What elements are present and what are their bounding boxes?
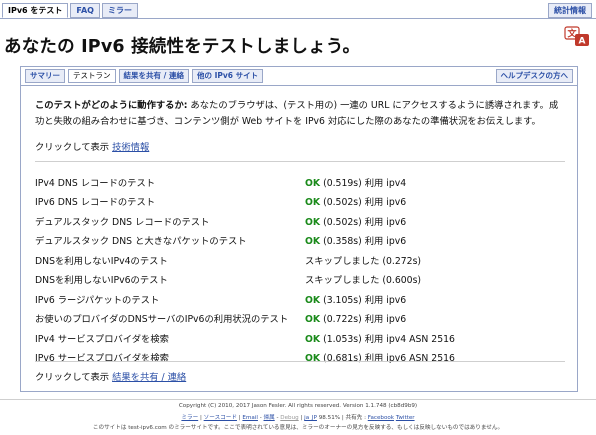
test-name: IPv4 サービスプロバイダを検索 xyxy=(35,333,169,345)
test-name: IPv6 サービスプロバイダを検索 xyxy=(35,353,169,365)
ok-badge: OK xyxy=(305,333,321,345)
test-name: IPv6 ラージパケットのテスト xyxy=(35,294,160,306)
result-detail: (3.105s) 利用 ipv6 xyxy=(320,294,407,306)
table-row: IPv6 DNS レコードのテスト OK (0.502s) 利用 ipv6 xyxy=(35,192,565,212)
top-divider xyxy=(0,18,596,19)
result-detail: (1.053s) 利用 ipv4 ASN 2516 xyxy=(320,333,455,345)
page-title: あなたの IPv6 接続性をテストしましょう。 xyxy=(4,37,361,57)
intro-text: このテストがどのように動作するか: あなたのブラウザは、(テスト用の) 一連の … xyxy=(35,98,565,130)
table-row: IPv6 サービスプロバイダを検索 OK (0.681s) 利用 ipv6 ASN… xyxy=(35,348,565,368)
tab-share[interactable]: 結果を共有 / 連絡 xyxy=(118,69,189,83)
test-result: OK (0.722s) 利用 ipv6 xyxy=(305,311,565,325)
test-result: OK (0.502s) 利用 ipv6 xyxy=(305,194,565,208)
footer-links: ミラー | ソースコード | Email - 帰属 - Debug | ja_J… xyxy=(181,415,415,421)
footer-lang-link[interactable]: ja_JP xyxy=(304,415,317,421)
test-result: スキップしました (0.600s) xyxy=(305,272,565,286)
test-result: OK (0.358s) 利用 ipv6 xyxy=(305,233,565,247)
tech-info-link[interactable]: 技術情報 xyxy=(112,142,149,153)
tab-summary[interactable]: サマリー xyxy=(25,69,65,83)
divider xyxy=(35,361,565,362)
top-nav: IPv6 をテスト FAQ ミラー xyxy=(2,3,138,19)
ok-badge: OK xyxy=(305,236,321,248)
results-table: IPv4 DNS レコードのテスト OK (0.519s) 利用 ipv4 IPv6… xyxy=(35,172,565,367)
footer-twitter-link[interactable]: Twitter xyxy=(396,415,415,421)
tab-faq[interactable]: FAQ xyxy=(70,3,100,18)
result-detail: (0.519s) 利用 ipv4 xyxy=(320,177,407,189)
test-result: OK (0.519s) 利用 ipv4 xyxy=(305,175,565,189)
test-result: OK (1.053s) 利用 ipv4 ASN 2516 xyxy=(305,331,565,345)
table-row: デュアルスタック DNS と大きなパケットのテスト OK (0.358s) 利用 … xyxy=(35,231,565,251)
result-detail: (0.681s) 利用 ipv6 ASN 2516 xyxy=(320,353,455,365)
main-panel: サマリー テストラン 結果を共有 / 連絡 他の IPv6 サイト ヘルプデスク… xyxy=(20,66,578,392)
footer-divider xyxy=(0,399,596,400)
footer-email-link[interactable]: Email xyxy=(242,415,258,421)
show-share-prefix: クリックして表示 xyxy=(35,372,113,383)
tab-tests[interactable]: テストラン xyxy=(68,69,116,83)
result-detail: (0.502s) 利用 ipv6 xyxy=(320,216,407,228)
table-row: DNSを利用しないIPv4のテスト スキップしました (0.272s) xyxy=(35,250,565,270)
test-name: デュアルスタック DNS レコードのテスト xyxy=(35,216,210,228)
show-tech-prefix: クリックして表示 xyxy=(35,142,113,153)
result-detail: スキップしました (0.272s) xyxy=(305,255,422,267)
test-result: スキップしました (0.272s) xyxy=(305,253,565,267)
show-share: クリックして表示 結果を共有 / 連絡 xyxy=(35,369,186,383)
table-row: デュアルスタック DNS レコードのテスト OK (0.502s) 利用 ipv6 xyxy=(35,211,565,231)
footer-attrib-link[interactable]: 帰属 xyxy=(264,415,275,421)
table-row: IPv4 DNS レコードのテスト OK (0.519s) 利用 ipv4 xyxy=(35,172,565,192)
result-detail: (0.722s) 利用 ipv6 xyxy=(320,314,407,326)
tab-helpdesk[interactable]: ヘルプデスクの方へ xyxy=(495,69,573,83)
footer-source-link[interactable]: ソースコード xyxy=(204,415,237,421)
ok-badge: OK xyxy=(305,177,321,189)
svg-text:A: A xyxy=(579,37,586,47)
ok-badge: OK xyxy=(305,353,321,365)
share-link[interactable]: 結果を共有 / 連絡 xyxy=(112,372,186,383)
panel-tabs: サマリー テストラン 結果を共有 / 連絡 他の IPv6 サイト ヘルプデスク… xyxy=(21,67,577,86)
ok-badge: OK xyxy=(305,294,321,306)
footer-copyright: Copyright (C) 2010, 2017 Jason Fesler. A… xyxy=(178,403,418,409)
test-name: DNSを利用しないIPv4のテスト xyxy=(35,255,168,267)
table-row: IPv6 ラージパケットのテスト OK (3.105s) 利用 ipv6 xyxy=(35,289,565,309)
table-row: IPv4 サービスプロバイダを検索 OK (1.053s) 利用 ipv4 ASN… xyxy=(35,328,565,348)
tab-test-ipv6[interactable]: IPv6 をテスト xyxy=(2,3,69,18)
test-name: IPv4 DNS レコードのテスト xyxy=(35,177,156,189)
test-name: IPv6 DNS レコードのテスト xyxy=(35,197,156,209)
test-name: お使いのプロバイダのDNSサーバのIPv6の利用状況のテスト xyxy=(35,314,289,326)
tab-stats[interactable]: 統計情報 xyxy=(548,3,592,18)
result-detail: (0.502s) 利用 ipv6 xyxy=(320,197,407,209)
test-result: OK (0.681s) 利用 ipv6 ASN 2516 xyxy=(305,350,565,364)
ok-badge: OK xyxy=(305,197,321,209)
footer-facebook-link[interactable]: Facebook xyxy=(368,415,394,421)
translate-icon[interactable]: 文 A xyxy=(564,26,590,48)
divider xyxy=(35,161,565,162)
test-name: デュアルスタック DNS と大きなパケットのテスト xyxy=(35,236,247,248)
tab-mirrors[interactable]: ミラー xyxy=(101,3,138,18)
result-detail: (0.358s) 利用 ipv6 xyxy=(320,236,407,248)
table-row: DNSを利用しないIPv6のテスト スキップしました (0.600s) xyxy=(35,270,565,290)
footer-debug-link[interactable]: Debug xyxy=(280,415,298,421)
test-name: DNSを利用しないIPv6のテスト xyxy=(35,275,168,287)
intro-bold: このテストがどのように動作するか: xyxy=(35,100,188,111)
tab-other-sites[interactable]: 他の IPv6 サイト xyxy=(191,69,264,83)
test-result: OK (3.105s) 利用 ipv6 xyxy=(305,292,565,306)
footer-mirrors-link[interactable]: ミラー xyxy=(181,415,198,421)
footer-mirror-note: このサイトは test-ipv6.com のミラーサイトです。ここで表明されてい… xyxy=(92,425,504,431)
result-detail: スキップしました (0.600s) xyxy=(305,275,422,287)
ok-badge: OK xyxy=(305,216,321,228)
table-row: お使いのプロバイダのDNSサーバのIPv6の利用状況のテスト OK (0.722s… xyxy=(35,309,565,329)
ok-badge: OK xyxy=(305,314,321,326)
show-tech-info: クリックして表示 技術情報 xyxy=(35,139,149,153)
footer-lang-pct: 98.51% xyxy=(316,415,341,421)
test-result: OK (0.502s) 利用 ipv6 xyxy=(305,214,565,228)
footer-share-prefix: | 共有先 : xyxy=(340,415,368,421)
